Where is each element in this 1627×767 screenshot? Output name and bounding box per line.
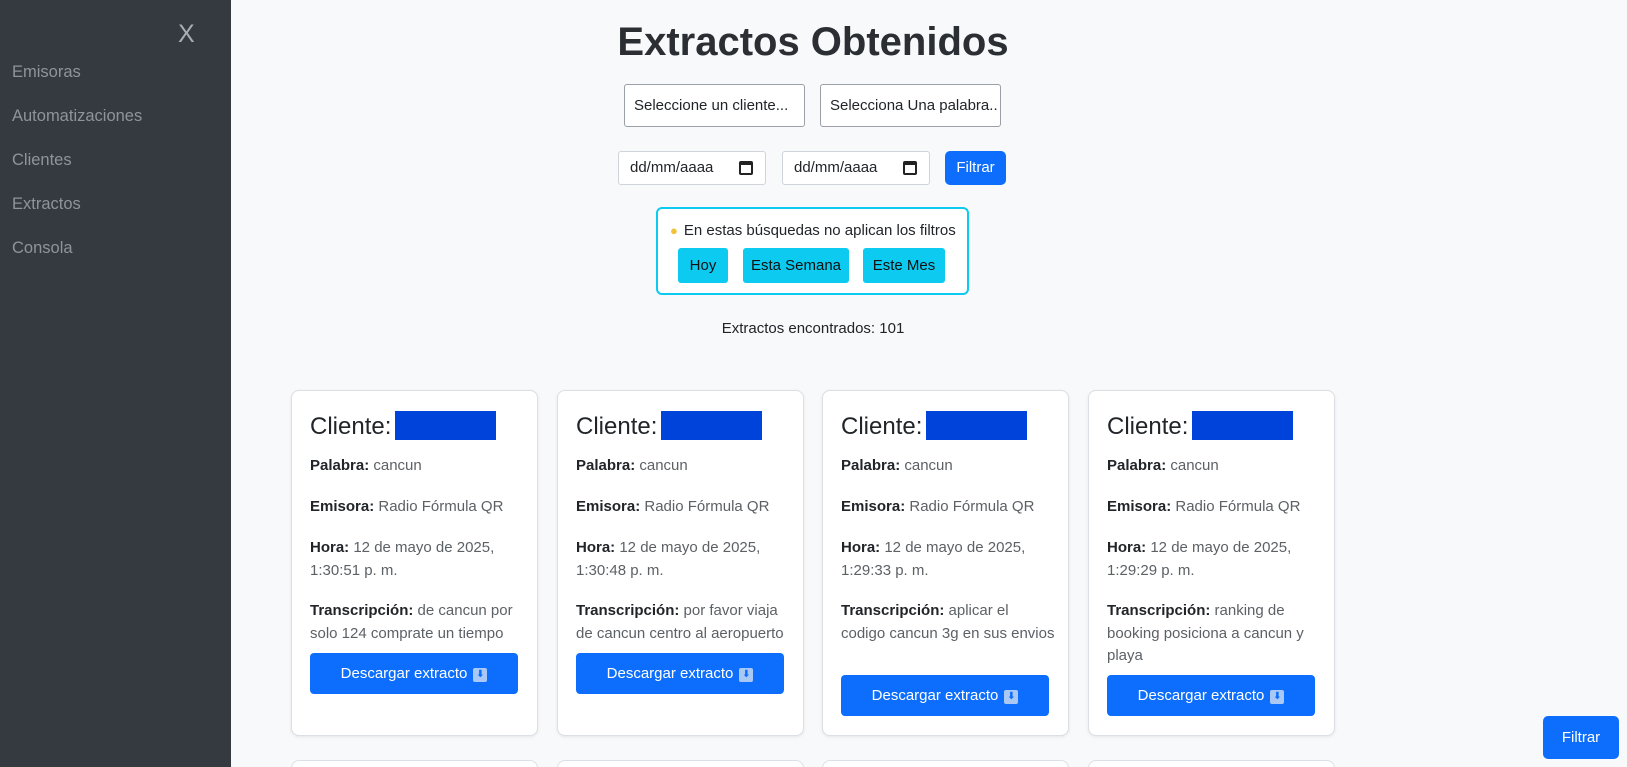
floating-filter-button[interactable]: Filtrar: [1543, 716, 1619, 759]
extract-card: Cliente: Palabra: cancun Emisora: Radio …: [1088, 390, 1335, 736]
sidebar-item-extractos[interactable]: Extractos: [12, 195, 81, 214]
extract-card: Cliente: Palabra: cancun Emisora: Radio …: [822, 390, 1069, 736]
card-transcription: Transcripción: de cancun por solo 124 co…: [310, 602, 513, 642]
results-count: Extractos encontrados: 101: [721, 320, 905, 337]
today-button[interactable]: Hoy: [678, 248, 728, 283]
download-arrow-icon: ⬇: [739, 668, 754, 682]
download-arrow-icon: ⬇: [473, 668, 488, 682]
card-station: Emisora: Radio Fórmula QR: [310, 498, 504, 515]
card-time: Hora: 12 de mayo de 2025, 1:30:51 p. m.: [310, 539, 495, 579]
quick-search-hint: ● En estas búsquedas no aplican los filtr…: [670, 222, 956, 239]
sidebar-item-automatizaciones[interactable]: Automatizaciones: [12, 107, 142, 126]
date-to-placeholder: dd/mm/aaaa: [794, 159, 878, 176]
calendar-icon[interactable]: [903, 161, 917, 175]
card-transcription: Transcripción: por favor viaja de cancun…: [576, 602, 784, 642]
sidebar-item-clientes[interactable]: Clientes: [12, 151, 72, 170]
date-from-input[interactable]: dd/mm/aaaa: [618, 151, 766, 185]
filter-button[interactable]: Filtrar: [945, 151, 1006, 185]
close-sidebar-button[interactable]: X: [178, 20, 195, 49]
card-word: Palabra: cancun: [310, 457, 422, 474]
word-select[interactable]: Selecciona Una palabra..: [820, 84, 1001, 127]
extract-card: Cliente: Palabra: cancun Emisora: Radio …: [291, 390, 538, 736]
card-time: Hora: 12 de mayo de 2025, 1:30:48 p. m.: [576, 539, 761, 579]
extract-card: [557, 760, 804, 767]
redacted-client-name: [926, 411, 1028, 440]
download-arrow-icon: ⬇: [1004, 690, 1019, 704]
download-extract-button[interactable]: Descargar extracto ⬇: [310, 653, 518, 694]
calendar-icon[interactable]: [739, 161, 753, 175]
card-time: Hora: 12 de mayo de 2025, 1:29:33 p. m.: [841, 539, 1026, 579]
redacted-client-name: [661, 411, 763, 440]
date-from-placeholder: dd/mm/aaaa: [630, 159, 714, 176]
card-client: Cliente:: [841, 411, 1028, 441]
card-station: Emisora: Radio Fórmula QR: [576, 498, 770, 515]
card-word: Palabra: cancun: [576, 457, 688, 474]
extract-card: [1088, 760, 1335, 767]
extract-card: [822, 760, 1069, 767]
redacted-client-name: [1192, 411, 1294, 440]
sidebar: X Emisoras Automatizaciones Clientes Ext…: [0, 0, 231, 767]
lightbulb-icon: ●: [670, 223, 678, 238]
card-station: Emisora: Radio Fórmula QR: [1107, 498, 1301, 515]
download-arrow-icon: ⬇: [1270, 690, 1285, 704]
card-client: Cliente:: [310, 411, 497, 441]
card-transcription: Transcripción: ranking de booking posici…: [1107, 602, 1304, 664]
card-station: Emisora: Radio Fórmula QR: [841, 498, 1035, 515]
main-content: Extractos Obtenidos Seleccione un client…: [231, 0, 1627, 767]
date-to-input[interactable]: dd/mm/aaaa: [782, 151, 930, 185]
sidebar-item-consola[interactable]: Consola: [12, 239, 73, 258]
client-select[interactable]: Seleccione un cliente...: [624, 84, 805, 127]
download-extract-button[interactable]: Descargar extracto ⬇: [576, 653, 784, 694]
card-word: Palabra: cancun: [841, 457, 953, 474]
card-time: Hora: 12 de mayo de 2025, 1:29:29 p. m.: [1107, 539, 1292, 579]
card-client: Cliente:: [576, 411, 763, 441]
download-extract-button[interactable]: Descargar extracto ⬇: [1107, 675, 1315, 716]
extract-card: Cliente: Palabra: cancun Emisora: Radio …: [557, 390, 804, 736]
this-week-button[interactable]: Esta Semana: [743, 248, 849, 283]
page-title: Extractos Obtenidos: [617, 20, 1009, 64]
card-word: Palabra: cancun: [1107, 457, 1219, 474]
card-client: Cliente:: [1107, 411, 1294, 441]
extract-card: [291, 760, 538, 767]
quick-search-box: ● En estas búsquedas no aplican los filtr…: [656, 207, 969, 295]
sidebar-item-emisoras[interactable]: Emisoras: [12, 63, 81, 82]
this-month-button[interactable]: Este Mes: [863, 248, 945, 283]
download-extract-button[interactable]: Descargar extracto ⬇: [841, 675, 1049, 716]
redacted-client-name: [395, 411, 497, 440]
card-transcription: Transcripción: aplicar el codigo cancun …: [841, 602, 1055, 642]
